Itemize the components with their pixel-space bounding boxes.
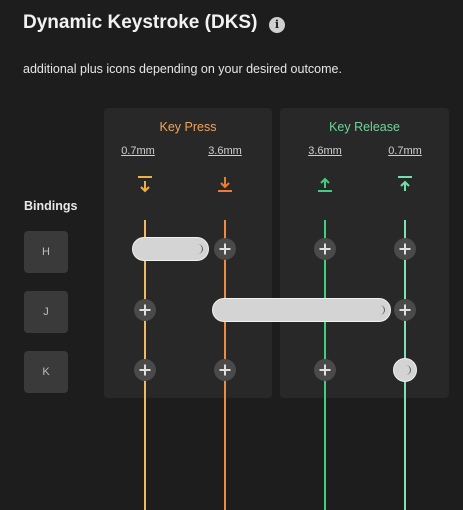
add-binding-button[interactable]	[214, 238, 236, 260]
add-binding-button[interactable]	[314, 359, 336, 381]
binding-bar-j[interactable]	[212, 298, 391, 322]
release-distance-1[interactable]: 3.6mm	[308, 145, 342, 157]
add-binding-button[interactable]	[134, 299, 156, 321]
binding-bar-k[interactable]	[393, 358, 417, 382]
press-distance-2[interactable]: 3.6mm	[208, 145, 242, 157]
press-bottom-arrow-icon	[218, 177, 232, 192]
key-release-title: Key Release	[329, 120, 400, 134]
description-text: additional plus icons depending on your …	[23, 62, 342, 76]
header: Dynamic Keystroke (DKS) i	[0, 0, 463, 52]
info-icon[interactable]: i	[269, 17, 285, 33]
page-title: Dynamic Keystroke (DKS)	[23, 12, 258, 33]
bindings-label: Bindings	[24, 199, 78, 213]
key-release-panel: Key Release 3.6mm 0.7mm	[280, 108, 449, 510]
drag-handle-icon[interactable]	[406, 365, 411, 375]
key-h[interactable]: H	[24, 231, 68, 273]
add-binding-button[interactable]	[394, 238, 416, 260]
add-binding-button[interactable]	[394, 299, 416, 321]
key-k[interactable]: K	[24, 351, 68, 393]
release-distance-2[interactable]: 0.7mm	[388, 145, 422, 157]
press-distance-1[interactable]: 0.7mm	[121, 145, 155, 157]
drag-handle-icon[interactable]	[380, 305, 385, 315]
key-press-title: Key Press	[159, 120, 217, 134]
add-binding-button[interactable]	[314, 238, 336, 260]
release-bottom-arrow-icon	[318, 177, 332, 192]
binding-bar-h[interactable]	[132, 237, 209, 261]
add-binding-button[interactable]	[134, 359, 156, 381]
add-binding-button[interactable]	[214, 359, 236, 381]
press-top-arrow-icon	[138, 176, 152, 193]
drag-handle-icon[interactable]	[198, 244, 203, 254]
release-top-arrow-icon	[398, 176, 412, 191]
key-j[interactable]: J	[24, 291, 68, 333]
